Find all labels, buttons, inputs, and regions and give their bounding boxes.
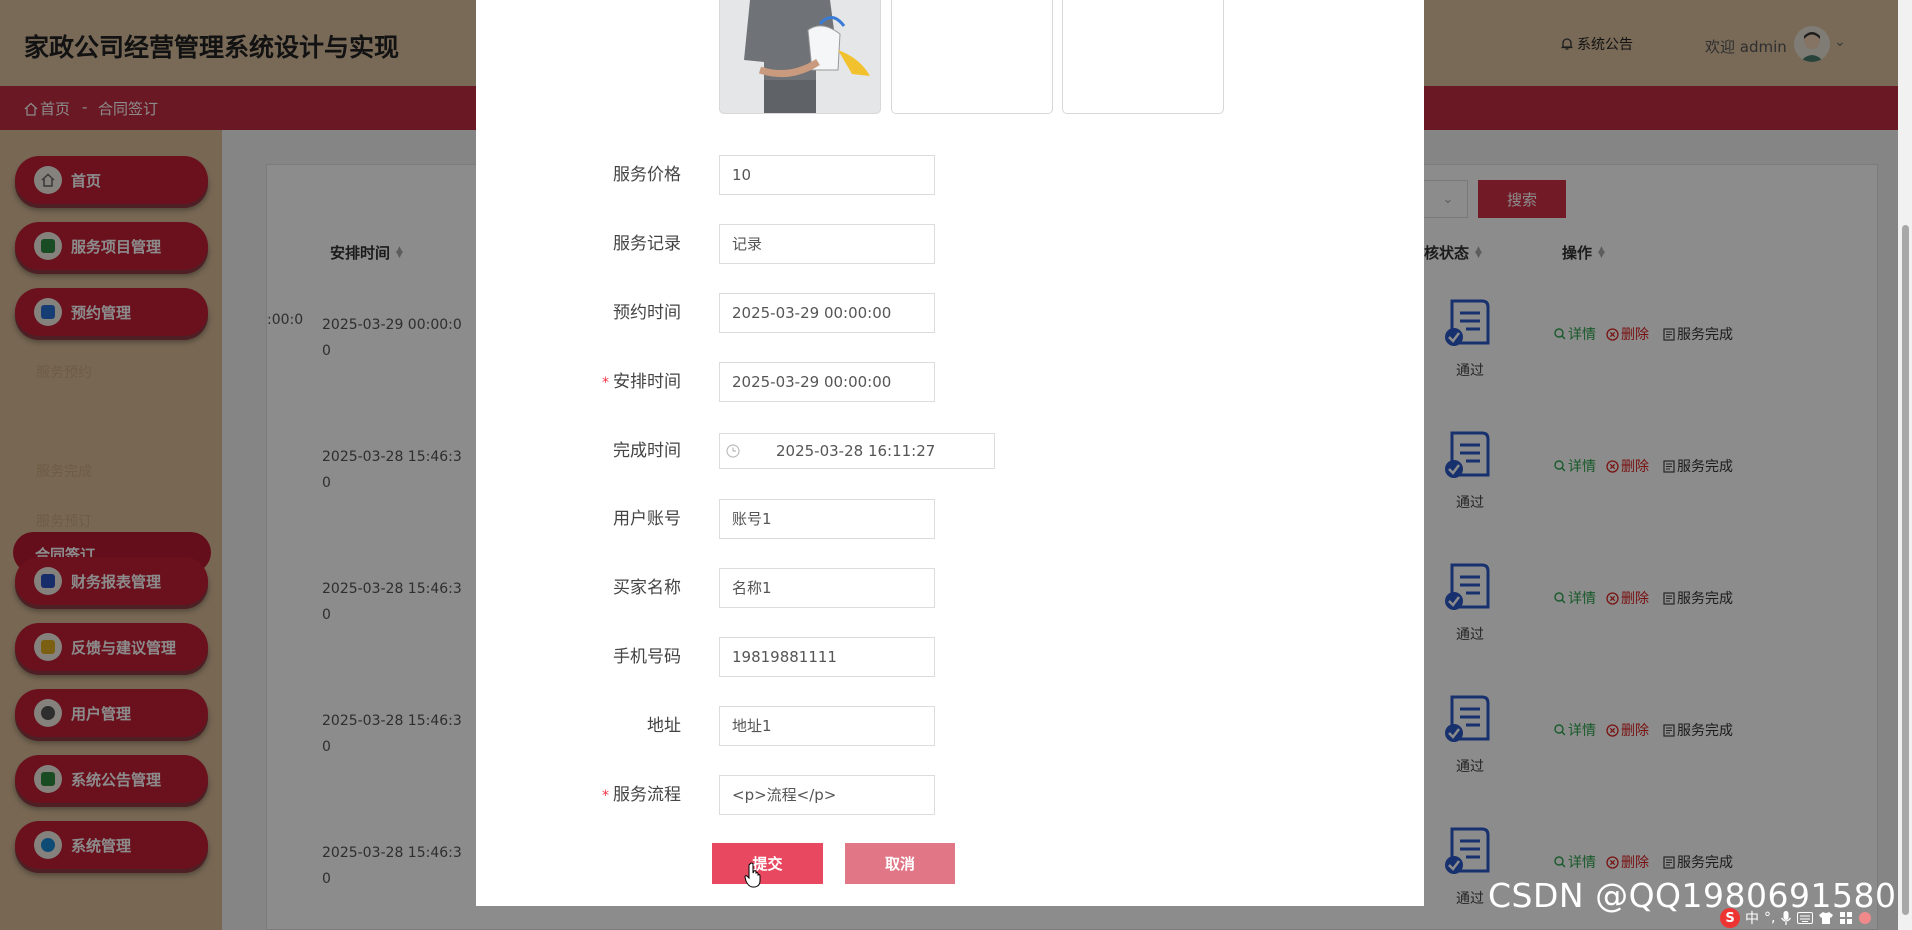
form-row-phone: 手机号码 19819881111 [476, 637, 1424, 677]
complete-time-picker[interactable]: 2025-03-28 16:11:27 [719, 433, 995, 469]
form-label: 服务价格 [613, 165, 681, 185]
hand-cursor-icon [744, 862, 761, 888]
worker-photo-icon [720, 0, 880, 113]
form-row-buyer-name: 买家名称 名称1 [476, 568, 1424, 608]
form-row-address: 地址 地址1 [476, 706, 1424, 746]
form-label: * 服务流程 [602, 785, 681, 805]
form-label: 地址 [647, 716, 681, 736]
image-upload-slot[interactable] [1062, 0, 1224, 114]
app-window: 家政公司经营管理系统设计与实现 系统公告 欢迎 admin ⌄ 首页 - 合同签… [0, 0, 1912, 930]
scrollbar-thumb[interactable] [1902, 225, 1909, 915]
clock-icon [726, 444, 740, 458]
punctuation-icon[interactable]: °, [1764, 910, 1775, 926]
form-label: * 安排时间 [602, 372, 681, 392]
form-label: 完成时间 [613, 441, 681, 461]
submit-button[interactable]: 提交 [712, 843, 823, 884]
form-row-user-account: 用户账号 账号1 [476, 499, 1424, 539]
address-input[interactable]: 地址1 [719, 706, 935, 746]
ime-mode[interactable]: 中 [1745, 908, 1759, 928]
phone-input[interactable]: 19819881111 [719, 637, 935, 677]
grid-icon[interactable] [1839, 911, 1853, 925]
shirt-icon[interactable] [1818, 911, 1834, 925]
form-row-service-record: 服务记录 记录 [476, 224, 1424, 264]
arrange-time-input[interactable]: 2025-03-29 00:00:00 [719, 362, 935, 402]
form-label: 预约时间 [613, 303, 681, 323]
form-row-service-process: * 服务流程 <p>流程</p> [476, 775, 1424, 815]
form-row-complete-time: 完成时间 2025-03-28 16:11:27 [476, 431, 1424, 471]
service-price-input[interactable]: 10 [719, 155, 935, 195]
form-label: 服务记录 [613, 234, 681, 254]
cancel-button[interactable]: 取消 [845, 843, 955, 884]
form-row-service-price: 服务价格 10 [476, 155, 1424, 195]
service-image-thumbnail[interactable] [719, 0, 881, 114]
skin-icon[interactable] [1858, 911, 1872, 925]
service-record-input[interactable]: 记录 [719, 224, 935, 264]
image-upload-slot[interactable] [891, 0, 1053, 114]
buyer-name-input[interactable]: 名称1 [719, 568, 935, 608]
microphone-icon[interactable] [1780, 910, 1792, 926]
form-label: 手机号码 [613, 647, 681, 667]
contract-dialog: 服务价格 10 服务记录 记录 预约时间 2025-03-29 00:00:00… [476, 0, 1424, 906]
user-account-input[interactable]: 账号1 [719, 499, 935, 539]
form-label: 用户账号 [613, 509, 681, 529]
ime-tray: S 中 °, [1720, 906, 1898, 930]
ime-logo-icon[interactable]: S [1720, 908, 1740, 928]
form-row-arrange-time: * 安排时间 2025-03-29 00:00:00 [476, 362, 1424, 402]
form-label: 买家名称 [613, 578, 681, 598]
form-row-booking-time: 预约时间 2025-03-29 00:00:00 [476, 293, 1424, 333]
complete-time-value: 2025-03-28 16:11:27 [776, 442, 936, 460]
service-process-input[interactable]: <p>流程</p> [719, 775, 935, 815]
keyboard-icon[interactable] [1797, 912, 1814, 924]
booking-time-input[interactable]: 2025-03-29 00:00:00 [719, 293, 935, 333]
